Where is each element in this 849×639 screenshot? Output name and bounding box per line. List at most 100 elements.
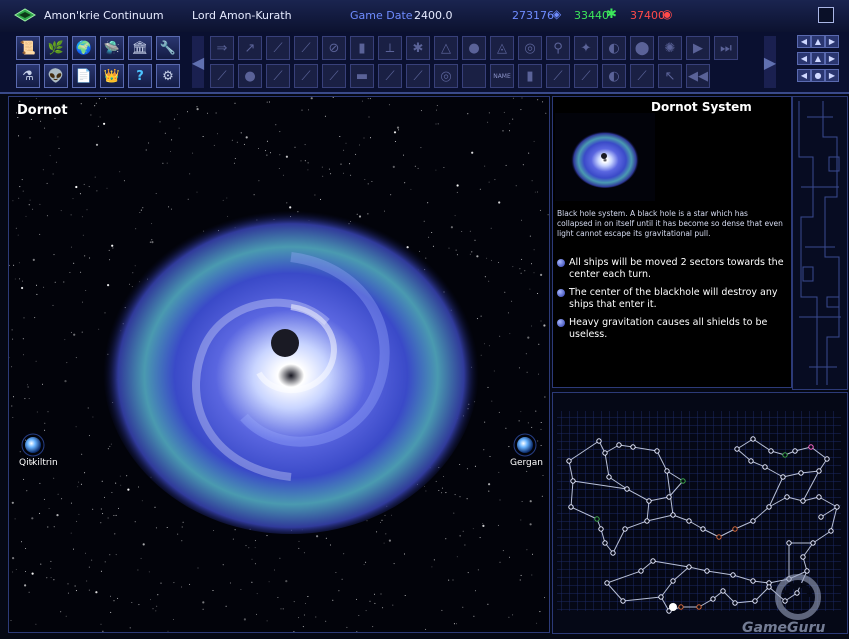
- minimap-sector-node[interactable]: [622, 526, 628, 532]
- minimap-sector-node[interactable]: [616, 442, 622, 448]
- nav-right-icon[interactable]: ▶: [825, 69, 839, 82]
- wrench-icon[interactable]: 🔧: [156, 36, 180, 60]
- ship-order-button[interactable]: ↗: [238, 36, 262, 60]
- ship-order-button[interactable]: ◐: [602, 64, 626, 88]
- minimap-sector-node[interactable]: [734, 446, 740, 452]
- minimap-sector-node[interactable]: [816, 494, 822, 500]
- flask-icon[interactable]: ⚗: [16, 64, 40, 88]
- minimap-sector-node[interactable]: [650, 558, 656, 564]
- empire-emblem-icon[interactable]: [14, 8, 36, 22]
- minimap-sector-node[interactable]: [664, 468, 670, 474]
- crown-icon[interactable]: 👑: [100, 64, 124, 88]
- minimap-sector-node[interactable]: [768, 448, 774, 454]
- minimap-sector-node[interactable]: [834, 504, 840, 510]
- ship-order-button[interactable]: ▮: [350, 36, 374, 60]
- minimap-sector-node[interactable]: [750, 518, 756, 524]
- nav-left-icon[interactable]: ◀: [797, 69, 811, 82]
- ship-order-button[interactable]: ⏭: [714, 36, 738, 60]
- minimap-sector-node[interactable]: [766, 504, 772, 510]
- ship-order-button[interactable]: ↖: [658, 64, 682, 88]
- ship-order-button[interactable]: ⊘: [322, 36, 346, 60]
- planet-icon[interactable]: 🌍: [72, 36, 96, 60]
- nav-ship-icon[interactable]: ▲: [811, 35, 825, 48]
- sector-view[interactable]: Dornot Qitkiltrin Gergan: [8, 96, 550, 633]
- black-hole[interactable]: [103, 204, 479, 534]
- alien-icon[interactable]: 👽: [44, 64, 68, 88]
- minimap-sector-node[interactable]: [800, 554, 806, 560]
- minimap-sector-node[interactable]: [666, 494, 672, 500]
- minimap-sector-node[interactable]: [710, 596, 716, 602]
- ship-order-button[interactable]: ⟋: [574, 64, 598, 88]
- minimap-sector-node[interactable]: [828, 528, 834, 534]
- planet-label-gergan[interactable]: Gergan: [510, 458, 543, 468]
- ship-order-button[interactable]: ⟋: [406, 64, 430, 88]
- minimap-sector-node[interactable]: [730, 572, 736, 578]
- ship-order-button[interactable]: ◎: [518, 36, 542, 60]
- minimap-sector-node[interactable]: [798, 470, 804, 476]
- scroll-icon[interactable]: 📜: [16, 36, 40, 60]
- minimap-sector-node[interactable]: [804, 568, 810, 574]
- ship-order-button[interactable]: ⟋: [546, 64, 570, 88]
- ship-order-button[interactable]: ⟋: [294, 36, 318, 60]
- planet-label-qitkiltrin[interactable]: Qitkiltrin: [19, 458, 58, 468]
- minimap-current-sector[interactable]: [669, 603, 677, 611]
- minimap-sector-node[interactable]: [602, 540, 608, 546]
- minimap-sector-node[interactable]: [720, 588, 726, 594]
- minimap-sector-node[interactable]: [598, 526, 604, 532]
- ship-order-button[interactable]: ⟋: [266, 64, 290, 88]
- toolbar-scroll-left-icon[interactable]: ◀: [192, 36, 204, 88]
- minimap-sector-node[interactable]: [808, 444, 814, 450]
- nav-left-icon[interactable]: ◀: [797, 35, 811, 48]
- ship-order-button[interactable]: ▬: [350, 64, 374, 88]
- minimap-sector-node[interactable]: [716, 534, 722, 540]
- ship-order-button[interactable]: ◎: [434, 64, 458, 88]
- minimap-sector-node[interactable]: [678, 604, 684, 610]
- minimap-sector-node[interactable]: [594, 516, 600, 522]
- minimap-sector-node[interactable]: [700, 526, 706, 532]
- minimap-sector-node[interactable]: [646, 498, 652, 504]
- minimap-sector-node[interactable]: [816, 468, 822, 474]
- minimap-sector-node[interactable]: [604, 580, 610, 586]
- ship-order-button[interactable]: ◀◀: [686, 64, 710, 88]
- ship-order-button[interactable]: ⟋: [266, 36, 290, 60]
- minimap-sector-node[interactable]: [670, 512, 676, 518]
- nav-right-icon[interactable]: ▶: [825, 35, 839, 48]
- ship-order-button[interactable]: ⇒: [210, 36, 234, 60]
- ship-order-button[interactable]: ⟋: [210, 64, 234, 88]
- ship-order-button[interactable]: ✦: [574, 36, 598, 60]
- ship-order-button[interactable]: ◬: [490, 36, 514, 60]
- minimap-sector-node[interactable]: [780, 474, 786, 480]
- minimap-sector-node[interactable]: [568, 504, 574, 510]
- planet-qitkiltrin[interactable]: [21, 433, 45, 457]
- help-icon[interactable]: ?: [128, 64, 152, 88]
- nav-left-icon[interactable]: ◀: [797, 52, 811, 65]
- ship-order-button[interactable]: [462, 64, 486, 88]
- ship-order-button[interactable]: ●: [462, 36, 486, 60]
- minimap-sector-node[interactable]: [824, 456, 830, 462]
- close-button[interactable]: [818, 7, 834, 23]
- minimap-sector-node[interactable]: [748, 458, 754, 464]
- ship-order-button[interactable]: ⟋: [294, 64, 318, 88]
- minimap-sector-node[interactable]: [670, 578, 676, 584]
- minimap-sector-node[interactable]: [602, 450, 608, 456]
- ship-order-button[interactable]: ◐: [602, 36, 626, 60]
- minimap-sector-node[interactable]: [680, 478, 686, 484]
- minimap-sector-node[interactable]: [630, 444, 636, 450]
- fleet-icon[interactable]: 🏛: [128, 36, 152, 60]
- map-grid-icon[interactable]: 🌿: [44, 36, 68, 60]
- minimap-sector-node[interactable]: [732, 526, 738, 532]
- minimap-sector-node[interactable]: [782, 452, 788, 458]
- minimap-sector-node[interactable]: [644, 518, 650, 524]
- ship-order-button[interactable]: ⟂: [378, 36, 402, 60]
- minimap-sector-node[interactable]: [686, 564, 692, 570]
- ship-order-button[interactable]: ✱: [406, 36, 430, 60]
- name-button[interactable]: NAME: [490, 64, 514, 88]
- minimap-sector-node[interactable]: [596, 438, 602, 444]
- ship-order-button[interactable]: ⚲: [546, 36, 570, 60]
- ship-order-button[interactable]: ▶: [686, 36, 710, 60]
- minimap-sector-node[interactable]: [610, 550, 616, 556]
- minimap-sector-node[interactable]: [750, 436, 756, 442]
- toolbar-scroll-right-icon[interactable]: ▶: [764, 36, 776, 88]
- minimap-sector-node[interactable]: [750, 578, 756, 584]
- ship-order-button[interactable]: ⬤: [630, 36, 654, 60]
